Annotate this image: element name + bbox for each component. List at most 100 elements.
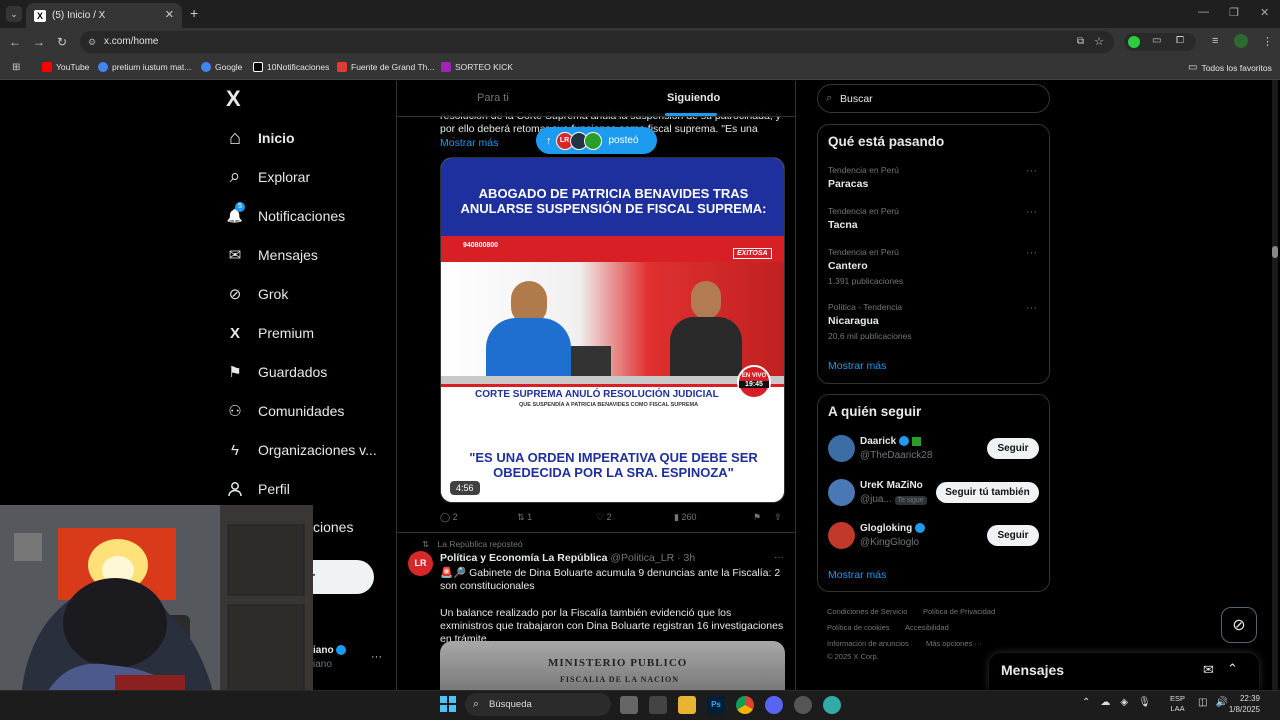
trend-item[interactable]: Tendencia en Perú Paracas bbox=[828, 165, 1048, 190]
follow-user[interactable]: Daarick @TheDaarick28 bbox=[860, 436, 932, 461]
nav-item-more-options[interactable]: ciones bbox=[313, 519, 353, 535]
bookmark-youtube[interactable]: YouTube bbox=[42, 62, 89, 72]
new-tab-button[interactable]: + bbox=[190, 5, 198, 21]
back-icon[interactable]: ← bbox=[9, 35, 21, 49]
follow-avatar[interactable] bbox=[828, 479, 855, 506]
nav-item-mensajes[interactable]: ✉ Mensajes bbox=[226, 246, 318, 264]
profile-avatar-icon[interactable] bbox=[1234, 34, 1248, 48]
address-bar[interactable]: ⚙ x.com/home ⧉ ☆ bbox=[80, 31, 1114, 53]
tab-close-icon[interactable]: ✕ bbox=[165, 8, 174, 21]
minimize-icon[interactable]: — bbox=[1198, 6, 1209, 18]
bookmark-star-icon[interactable]: ☆ bbox=[1094, 31, 1104, 53]
clock[interactable]: 22:39 1/8/2025 bbox=[1228, 693, 1260, 715]
nav-item-organizaciones[interactable]: ϟ Organizaciones v... bbox=[226, 441, 377, 459]
like-button[interactable]: ♡ 2 bbox=[596, 512, 612, 523]
photoshop-icon[interactable]: Ps bbox=[707, 696, 725, 714]
trends-show-more[interactable]: Mostrar más bbox=[828, 360, 886, 372]
app-icon[interactable] bbox=[649, 696, 667, 714]
account-switcher[interactable]: iano iano bbox=[313, 645, 347, 670]
install-app-icon[interactable]: ⧉ bbox=[1077, 31, 1084, 53]
wifi-icon[interactable]: ◫ bbox=[1198, 697, 1207, 708]
discord-icon[interactable] bbox=[765, 696, 783, 714]
trend-more-icon[interactable]: ··· bbox=[1026, 247, 1037, 259]
browser-menu-icon[interactable]: ⋮ bbox=[1262, 35, 1273, 48]
footer-more[interactable]: Más opciones ··· bbox=[926, 639, 982, 648]
trend-more-icon[interactable]: ··· bbox=[1026, 302, 1037, 314]
bookmark-sorteo[interactable]: SORTEO KICK bbox=[441, 62, 513, 72]
new-message-icon[interactable]: ✉ bbox=[1203, 662, 1214, 678]
bookmark-notifications[interactable]: 10Notificaciones bbox=[253, 62, 329, 72]
reply-button[interactable]: ◯ 2 bbox=[440, 512, 458, 523]
follow-button[interactable]: Seguir bbox=[987, 525, 1039, 546]
trend-item[interactable]: Tendencia en Perú Cantero 1.391 publicac… bbox=[828, 247, 1048, 286]
nav-item-guardados[interactable]: ⚑ Guardados bbox=[226, 363, 327, 381]
post1-show-more[interactable]: Mostrar más bbox=[440, 137, 498, 149]
tab-siguiendo[interactable]: Siguiendo bbox=[667, 92, 720, 104]
apps-grid-icon[interactable]: ⊞ bbox=[12, 62, 20, 73]
forward-icon[interactable]: → bbox=[33, 35, 45, 49]
trend-more-icon[interactable]: ··· bbox=[1026, 206, 1037, 218]
follow-user[interactable]: UreK MaZiNo @jua... Te sigue bbox=[860, 480, 927, 505]
all-favorites[interactable]: ▭ Todos los favoritos bbox=[1188, 62, 1272, 73]
nav-item-grok[interactable]: ⊘ Grok bbox=[226, 285, 289, 303]
scrollbar-thumb[interactable] bbox=[1272, 246, 1278, 258]
app-icon[interactable] bbox=[794, 696, 812, 714]
post2-author[interactable]: Política y Economía La República bbox=[440, 552, 607, 564]
follow-avatar[interactable] bbox=[828, 522, 855, 549]
nav-item-inicio[interactable]: ⌂ Inicio bbox=[226, 127, 295, 149]
window-close-icon[interactable]: ✕ bbox=[1260, 6, 1269, 19]
start-icon[interactable] bbox=[440, 696, 456, 712]
task-view-icon[interactable] bbox=[620, 696, 638, 714]
post2-more-icon[interactable]: ··· bbox=[774, 552, 784, 563]
cloud-icon[interactable]: ☁ bbox=[1100, 697, 1110, 708]
extension-green-icon[interactable] bbox=[1128, 36, 1140, 48]
x-logo-icon[interactable]: X bbox=[226, 86, 241, 112]
trend-item[interactable]: Tendencia en Perú Tacna bbox=[828, 206, 1048, 231]
tab-search-button[interactable]: ⌄ bbox=[6, 6, 22, 22]
shield-icon[interactable]: ◈ bbox=[1120, 697, 1128, 708]
search-input[interactable]: ⌕ Buscar bbox=[817, 84, 1050, 113]
maximize-icon[interactable]: ❐ bbox=[1229, 6, 1239, 19]
follow-avatar[interactable] bbox=[828, 435, 855, 462]
extensions-puzzle-icon[interactable]: ⧠ bbox=[1176, 35, 1184, 46]
footer-cookies[interactable]: Política de cookies bbox=[827, 623, 890, 632]
expand-drawer-icon[interactable]: ⌃ bbox=[1227, 661, 1238, 677]
site-info-icon[interactable]: ⚙ bbox=[88, 31, 96, 53]
footer-accessibility[interactable]: Accesibilidad bbox=[905, 623, 949, 632]
file-explorer-icon[interactable] bbox=[678, 696, 696, 714]
app-icon[interactable] bbox=[823, 696, 841, 714]
page-scrollbar[interactable] bbox=[1272, 80, 1278, 690]
bookmark-button-icon[interactable]: ⚑ bbox=[753, 512, 761, 523]
footer-terms[interactable]: Condiciones de Servicio bbox=[827, 607, 907, 616]
reload-icon[interactable]: ↻ bbox=[57, 35, 67, 49]
bookmark-google[interactable]: Google bbox=[201, 62, 242, 72]
chevron-up-icon[interactable]: ⌃ bbox=[1082, 697, 1090, 708]
chrome-icon[interactable] bbox=[736, 696, 754, 714]
nav-item-notificaciones[interactable]: 🔔 5 Notificaciones bbox=[226, 202, 345, 225]
browser-tab-active[interactable]: X (5) Inicio / X ✕ bbox=[26, 3, 182, 28]
footer-privacy[interactable]: Política de Privacidad bbox=[923, 607, 995, 616]
follow-show-more[interactable]: Mostrar más bbox=[828, 569, 886, 581]
extension-card-icon[interactable]: ▭ bbox=[1152, 35, 1161, 46]
volume-icon[interactable]: 🔊 bbox=[1215, 697, 1227, 708]
trend-more-icon[interactable]: ··· bbox=[1026, 165, 1037, 177]
new-posts-pill[interactable]: ↑ LR posteó bbox=[536, 127, 657, 154]
post2-image[interactable]: MINISTERIO PUBLICO FISCALIA DE LA NACION bbox=[440, 641, 785, 690]
bookmark-pretium[interactable]: pretium iustum mat... bbox=[98, 62, 191, 72]
nav-item-premium[interactable]: X Premium bbox=[226, 324, 314, 342]
nav-item-perfil[interactable]: Perfil bbox=[226, 480, 290, 498]
taskbar-search[interactable]: ⌕ Búsqueda bbox=[465, 693, 611, 716]
repost-button[interactable]: ⇅ 1 bbox=[517, 512, 532, 523]
footer-ads[interactable]: Información de anuncios bbox=[827, 639, 909, 648]
follow-back-button[interactable]: Seguir tú también bbox=[936, 482, 1039, 503]
trend-item[interactable]: Política · Tendencia Nicaragua 20,6 mil … bbox=[828, 302, 1048, 341]
grok-floating-button[interactable]: ⊘ bbox=[1221, 607, 1257, 643]
share-icon[interactable]: ⇪ bbox=[774, 512, 782, 523]
follow-button[interactable]: Seguir bbox=[987, 438, 1039, 459]
post2-avatar[interactable]: LR bbox=[408, 551, 433, 576]
microphone-icon[interactable]: 🎙 bbox=[1138, 697, 1151, 708]
media-control-icon[interactable]: ≡ bbox=[1212, 35, 1218, 47]
account-more-icon[interactable]: ··· bbox=[371, 651, 382, 663]
follow-user[interactable]: Glogloking @KingGloglo bbox=[860, 523, 925, 548]
views-button[interactable]: ▮ 260 bbox=[674, 512, 697, 523]
